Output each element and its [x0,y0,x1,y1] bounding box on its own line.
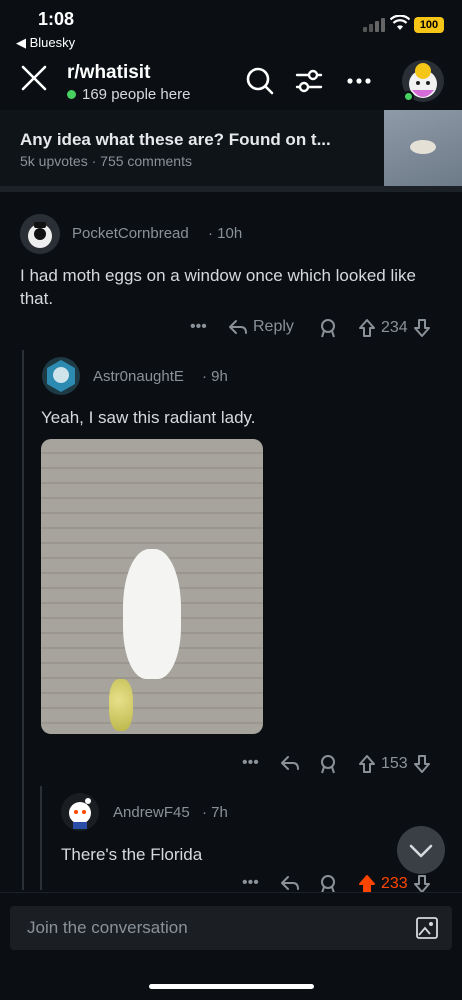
status-time: 1:08 [38,9,75,29]
comment-author[interactable]: PocketCornbread [72,225,189,242]
filter-icon[interactable] [294,66,324,96]
more-icon[interactable]: ••• [242,754,259,772]
upvote-icon[interactable] [358,754,376,774]
comment-time: · 9h [202,368,228,385]
post-summary[interactable]: Any idea what these are? Found on t... 5… [0,110,462,192]
comment-text: Yeah, I saw this radiant lady. [41,408,256,427]
user-online-icon [403,91,414,102]
vote-controls: 153 [358,754,431,774]
image-upload-icon[interactable] [415,916,439,940]
comment-composer[interactable]: Join the conversation [10,906,452,950]
battery-indicator: 100 [414,17,444,33]
vote-count: 153 [381,755,408,772]
chevron-down-icon [409,844,433,858]
moth-shape [123,549,181,679]
comment-author[interactable]: AndrewF45 [113,804,190,821]
comment-time: · 10h [208,225,243,242]
more-icon[interactable]: ••• [190,318,207,336]
comment-text: There's the Florida [61,845,203,864]
commenter-avatar[interactable] [20,214,60,254]
comment-time: · 7h [202,804,228,821]
top-bar: r/whatisit 169 people here [0,56,462,110]
status-bar: 1:08 ◀ Bluesky 100 [0,0,462,56]
award-icon[interactable] [318,754,338,774]
home-indicator[interactable] [149,984,314,989]
vote-controls: 233 [358,874,431,894]
comment-text: I had moth eggs on a window once which l… [20,266,416,308]
thread-line [40,786,42,890]
post-thumbnail[interactable] [384,110,462,186]
wifi-icon [390,15,410,31]
more-icon[interactable]: ••• [242,874,259,892]
upvote-active-icon[interactable] [358,874,376,894]
thread-line [22,350,24,890]
moth-photo[interactable] [41,439,263,734]
egg-cluster [109,679,133,731]
online-status-icon [67,90,76,99]
vote-count: 234 [381,319,408,336]
comment-author[interactable]: Astr0naughtE [93,368,184,385]
downvote-icon[interactable] [413,754,431,774]
online-count: 169 people here [82,86,191,103]
scroll-down-button[interactable] [397,826,445,874]
composer-placeholder: Join the conversation [27,918,188,937]
upvote-icon[interactable] [358,318,376,338]
downvote-icon[interactable] [413,874,431,894]
downvote-icon[interactable] [413,318,431,338]
subreddit-name[interactable]: r/whatisit [67,62,150,84]
vote-controls: 234 [358,318,431,338]
commenter-avatar[interactable] [61,793,99,831]
post-title[interactable]: Any idea what these are? Found on t... [20,130,370,150]
cellular-signal-icon [363,18,385,32]
post-meta: 5k upvotes · 755 comments [20,153,192,169]
award-icon[interactable] [318,318,338,338]
award-icon[interactable] [318,874,338,894]
back-to-app-link[interactable]: ◀ Bluesky [16,35,75,51]
more-options-icon[interactable] [344,66,374,96]
close-icon[interactable] [20,64,48,92]
vote-count: 233 [381,875,408,892]
reply-icon[interactable] [280,874,300,892]
reply-icon [229,320,247,334]
reply-icon[interactable] [280,754,300,772]
reply-label: Reply [253,318,294,335]
search-icon[interactable] [245,66,275,96]
reply-button[interactable]: Reply [228,318,294,336]
commenter-avatar[interactable] [42,357,80,395]
